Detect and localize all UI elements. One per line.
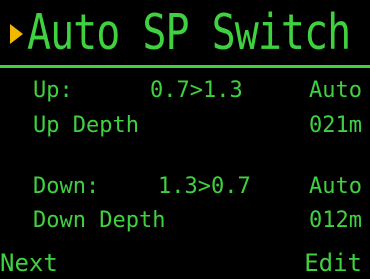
- edit-softkey[interactable]: Edit: [304, 247, 362, 279]
- setting-value: 0.7>1.3: [150, 78, 243, 103]
- selection-arrow-icon: [10, 24, 23, 44]
- next-softkey[interactable]: Next: [0, 247, 58, 279]
- setting-mode: 021m: [309, 113, 362, 138]
- setting-mode: 012m: [309, 208, 362, 233]
- softkey-bar: Next Edit: [0, 247, 370, 279]
- setting-row-up-depth[interactable]: Up Depth 021m: [0, 111, 370, 141]
- menu-title: Auto SP Switch: [27, 4, 351, 62]
- setting-row-down[interactable]: Down: 1.3>0.7 Auto: [0, 172, 370, 202]
- setting-row-down-depth[interactable]: Down Depth 012m: [0, 206, 370, 236]
- setting-label: Up Depth: [33, 113, 139, 138]
- setting-value: 1.3>0.7: [158, 174, 251, 199]
- setting-label: Up:: [33, 78, 73, 103]
- title-row: Auto SP Switch: [10, 4, 351, 62]
- setting-label: Down:: [33, 174, 100, 199]
- setting-label: Down Depth: [33, 208, 166, 233]
- setting-mode: Auto: [309, 174, 362, 199]
- setting-row-up[interactable]: Up: 0.7>1.3 Auto: [0, 76, 370, 106]
- title-divider: [0, 65, 370, 68]
- setting-mode: Auto: [309, 78, 362, 103]
- dive-computer-screen: Auto SP Switch Up: 0.7>1.3 Auto Up Depth…: [0, 0, 370, 279]
